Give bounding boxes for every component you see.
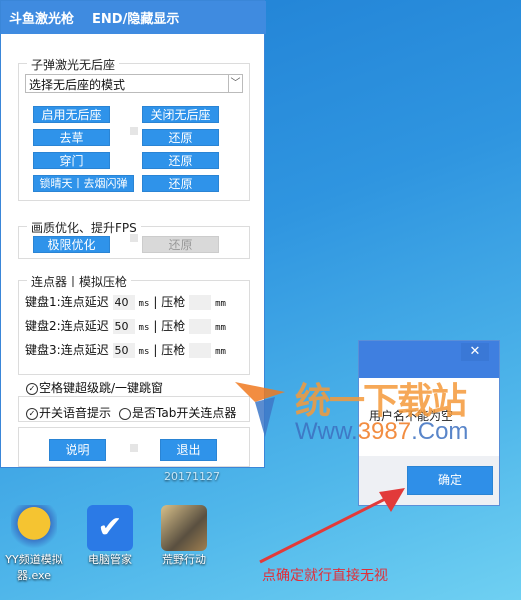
clicker-row: 键盘3:连点延迟 50 ms | 压枪 mm bbox=[25, 341, 230, 365]
close-icon[interactable]: ✕ bbox=[461, 343, 489, 361]
title-bar[interactable]: 斗鱼激光枪 END/隐藏显示 bbox=[1, 1, 266, 34]
enable-norecoil-button[interactable]: 启用无后座 bbox=[33, 106, 110, 123]
press-label: 压枪 bbox=[161, 319, 186, 333]
mm-unit: mm bbox=[215, 299, 226, 309]
delay-label: 连点延迟 bbox=[60, 343, 109, 357]
restore-fps-button[interactable]: 还原 bbox=[142, 236, 219, 253]
press-input[interactable] bbox=[189, 319, 212, 334]
tab-toggle-option[interactable]: 是否Tab开关连点器 bbox=[119, 404, 236, 421]
space-jump-option[interactable]: ✓ 空格键超级跳/一键跳窗 bbox=[26, 379, 163, 396]
delay-input[interactable]: 50 bbox=[112, 319, 135, 334]
restore-wallhack-button[interactable]: 还原 bbox=[142, 152, 219, 169]
icon-label: YY频道模拟器.exe bbox=[5, 553, 63, 582]
recoil-legend: 子弹激光无后座 bbox=[27, 56, 120, 73]
separator: | bbox=[153, 295, 158, 309]
desktop-partial-label: 20171127 bbox=[164, 470, 220, 483]
watermark-text: 统一下载站 bbox=[295, 381, 467, 422]
checkbox[interactable] bbox=[130, 444, 138, 452]
watermark-url: Www.3987.Com bbox=[295, 418, 469, 445]
key-label: 键盘3: bbox=[25, 343, 61, 357]
recoil-mode-select[interactable]: 选择无后座的模式 ﹀ bbox=[25, 74, 243, 93]
delay-label: 连点延迟 bbox=[60, 295, 109, 309]
desktop-icon-game[interactable]: 荒野行动 bbox=[152, 505, 216, 567]
restore-grass-button[interactable]: 还原 bbox=[142, 129, 219, 146]
red-arrow-icon bbox=[259, 488, 405, 564]
desktop-icon-pcmanager[interactable]: ✔ 电脑管家 bbox=[78, 505, 142, 567]
ms-unit: ms bbox=[138, 299, 150, 309]
checkbox[interactable] bbox=[130, 234, 138, 242]
extreme-optimize-button[interactable]: 极限优化 bbox=[33, 236, 110, 253]
watermark-logo-icon bbox=[235, 382, 285, 437]
ok-button[interactable]: 确定 bbox=[407, 466, 493, 495]
ms-unit: ms bbox=[138, 347, 150, 357]
delay-label: 连点延迟 bbox=[60, 319, 109, 333]
separator: | bbox=[153, 319, 158, 333]
clear-weather-button[interactable]: 锁晴天丨去烟闪弹 bbox=[33, 175, 134, 192]
press-input[interactable] bbox=[189, 343, 212, 358]
icon-label: 电脑管家 bbox=[88, 553, 132, 566]
game-icon bbox=[161, 505, 207, 551]
checkbox[interactable] bbox=[130, 127, 138, 135]
wallhack-button[interactable]: 穿门 bbox=[33, 152, 110, 169]
window-title: 斗鱼激光枪 bbox=[9, 12, 75, 27]
key-label: 键盘2: bbox=[25, 319, 61, 333]
annotation-text: 点确定就行直接无视 bbox=[262, 568, 388, 584]
clicker-legend: 连点器丨模拟压枪 bbox=[27, 273, 132, 290]
press-label: 压枪 bbox=[161, 295, 186, 309]
icon-label: 荒野行动 bbox=[162, 553, 206, 566]
ms-unit: ms bbox=[138, 323, 150, 333]
circle-icon bbox=[119, 407, 131, 420]
press-input[interactable] bbox=[189, 295, 212, 310]
check-circle-icon: ✓ bbox=[26, 407, 38, 420]
option-label: 空格键超级跳/一键跳窗 bbox=[39, 381, 164, 395]
yy-icon bbox=[11, 505, 57, 551]
delay-input[interactable]: 50 bbox=[112, 343, 135, 358]
select-value: 选择无后座的模式 bbox=[29, 78, 126, 92]
desktop-icon-yy[interactable]: YY频道模拟器.exe bbox=[2, 505, 66, 583]
clicker-rows: 键盘1:连点延迟 40 ms | 压枪 mm 键盘2:连点延迟 50 ms | 压枪 m… bbox=[25, 293, 230, 365]
shield-icon: ✔ bbox=[87, 505, 133, 551]
option-label: 是否Tab开关连点器 bbox=[132, 406, 237, 420]
hotkey-hint: END/隐藏显示 bbox=[92, 12, 180, 27]
separator: | bbox=[153, 343, 158, 357]
mm-unit: mm bbox=[215, 347, 226, 357]
check-circle-icon: ✓ bbox=[26, 382, 38, 395]
option-label: 开关语音提示 bbox=[39, 406, 112, 420]
key-label: 键盘1: bbox=[25, 295, 61, 309]
clicker-row: 键盘1:连点延迟 40 ms | 压枪 mm bbox=[25, 293, 230, 317]
main-window: 斗鱼激光枪 END/隐藏显示 子弹激光无后座 选择无后座的模式 ﹀ 启用无后座 关… bbox=[0, 0, 266, 468]
voice-option[interactable]: ✓ 开关语音提示 bbox=[26, 404, 111, 421]
remove-grass-button[interactable]: 去草 bbox=[33, 129, 110, 146]
restore-weather-button[interactable]: 还原 bbox=[142, 175, 219, 192]
chevron-down-icon: ﹀ bbox=[228, 75, 242, 92]
clicker-row: 键盘2:连点延迟 50 ms | 压枪 mm bbox=[25, 317, 230, 341]
fps-legend: 画质优化、提升FPS bbox=[27, 219, 141, 236]
mm-unit: mm bbox=[215, 323, 226, 333]
press-label: 压枪 bbox=[161, 343, 186, 357]
delay-input[interactable]: 40 bbox=[112, 295, 135, 310]
exit-button[interactable]: 退出 bbox=[160, 439, 217, 461]
disable-norecoil-button[interactable]: 关闭无后座 bbox=[142, 106, 219, 123]
help-button[interactable]: 说明 bbox=[49, 439, 106, 461]
